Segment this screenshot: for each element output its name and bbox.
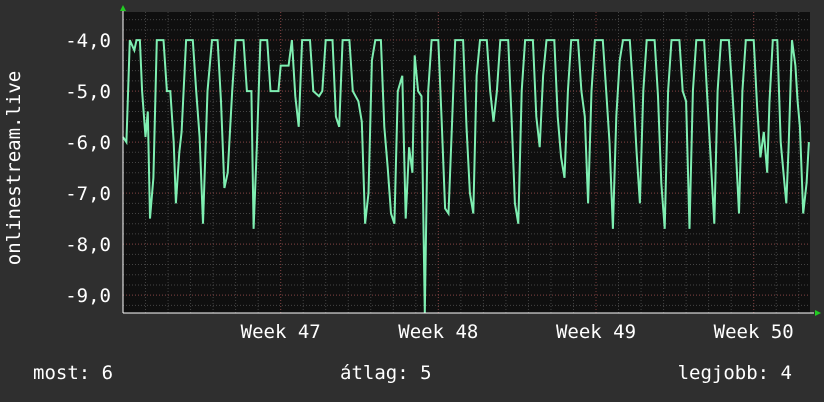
best-value: legjobb: 4 <box>677 362 792 384</box>
x-axis-arrow <box>815 310 821 316</box>
y-tick-label: -8,0 <box>65 234 111 256</box>
y-tick-label: -4,0 <box>65 30 111 52</box>
y-tick-label: -9,0 <box>65 285 111 307</box>
y-tick-label: -6,0 <box>65 132 111 154</box>
y-axis-label-text: onlinestream.live <box>3 71 25 265</box>
y-tick-label: -5,0 <box>65 81 111 103</box>
average-value: átlag: 5 <box>340 362 432 384</box>
plot-area <box>123 12 810 313</box>
current-value: most: 6 <box>33 362 114 384</box>
chart: -4,0-5,0-6,0-7,0-8,0-9,0 Week 47 Week 48 W… <box>65 5 821 343</box>
x-tick-label: Week 47 <box>241 321 321 343</box>
y-tick-label: -7,0 <box>65 183 111 205</box>
y-axis-arrow <box>120 5 126 11</box>
y-axis-ticks: -4,0 -5,0 -6,0 -7,0 -8,0 -9,0 <box>65 30 111 307</box>
x-tick-label: Week 48 <box>398 321 478 343</box>
x-tick-label: Week 50 <box>714 321 794 343</box>
x-axis-ticks: Week 47 Week 48 Week 49 Week 50 <box>241 321 794 343</box>
x-tick-label: Week 49 <box>556 321 636 343</box>
